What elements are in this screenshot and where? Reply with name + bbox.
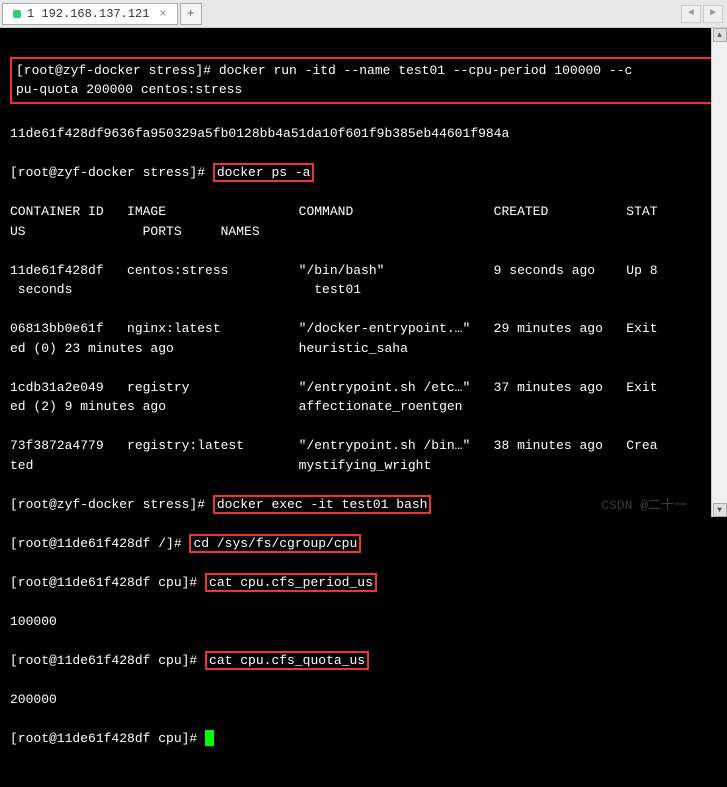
add-tab-button[interactable]: + (180, 3, 202, 25)
tab-next-button[interactable]: ► (703, 5, 723, 23)
table-row: 11de61f428df centos:stress "/bin/bash" 9… (10, 261, 717, 300)
prompt: [root@11de61f428df /]# (10, 536, 189, 551)
prompt: [root@11de61f428df cpu]# (10, 575, 205, 590)
table-row: 06813bb0e61f nginx:latest "/docker-entry… (10, 319, 717, 358)
tab-prev-button[interactable]: ◄ (681, 5, 701, 23)
prompt: [root@zyf-docker stress]# (10, 165, 213, 180)
tab-bar: 1 192.168.137.121 × + ◄ ► (0, 0, 727, 28)
cmd-cat-quota: cat cpu.cfs_quota_us (205, 651, 369, 670)
cursor-icon (205, 730, 214, 746)
cmd-docker-exec: docker exec -it test01 bash (213, 495, 432, 514)
prompt: [root@11de61f428df cpu]# (10, 653, 205, 668)
tab-active[interactable]: 1 192.168.137.121 × (2, 3, 178, 25)
cmd-docker-run: [root@zyf-docker stress]# docker run -it… (10, 57, 717, 104)
cmd-cd: cd /sys/fs/cgroup/cpu (189, 534, 361, 553)
scroll-up-button[interactable]: ▲ (713, 28, 727, 42)
output-quota: 200000 (10, 690, 717, 710)
status-dot-icon (13, 10, 21, 18)
cmd-docker-ps: docker ps -a (213, 163, 315, 182)
plus-icon: + (187, 6, 195, 21)
line-prompt-idle: [root@11de61f428df cpu]# (10, 729, 717, 749)
watermark: CSDN @二十一 (601, 496, 687, 516)
chevron-left-icon: ◄ (688, 8, 694, 19)
table-header: CONTAINER ID IMAGE COMMAND CREATED STAT … (10, 202, 717, 241)
table-row: 1cdb31a2e049 registry "/entrypoint.sh /e… (10, 378, 717, 417)
scroll-down-button[interactable]: ▼ (713, 503, 727, 517)
line-cat-quota: [root@11de61f428df cpu]# cat cpu.cfs_quo… (10, 651, 717, 671)
line-cat-period: [root@11de61f428df cpu]# cat cpu.cfs_per… (10, 573, 717, 593)
line-cd: [root@11de61f428df /]# cd /sys/fs/cgroup… (10, 534, 717, 554)
tab-nav: ◄ ► (681, 5, 723, 23)
terminal[interactable]: [root@zyf-docker stress]# docker run -it… (0, 28, 727, 517)
prompt: [root@11de61f428df cpu]# (10, 731, 205, 746)
line-docker-ps: [root@zyf-docker stress]# docker ps -a (10, 163, 717, 183)
scrollbar[interactable]: ▲ ▼ (711, 28, 727, 517)
cmd-cat-period: cat cpu.cfs_period_us (205, 573, 377, 592)
chevron-right-icon: ► (710, 8, 716, 19)
tab-title: 1 192.168.137.121 (27, 7, 149, 21)
table-row: 73f3872a4779 registry:latest "/entrypoin… (10, 436, 717, 475)
prompt: [root@zyf-docker stress]# (10, 497, 213, 512)
output-container-id: 11de61f428df9636fa950329a5fb0128bb4a51da… (10, 124, 717, 144)
close-icon[interactable]: × (159, 7, 166, 21)
output-period: 100000 (10, 612, 717, 632)
